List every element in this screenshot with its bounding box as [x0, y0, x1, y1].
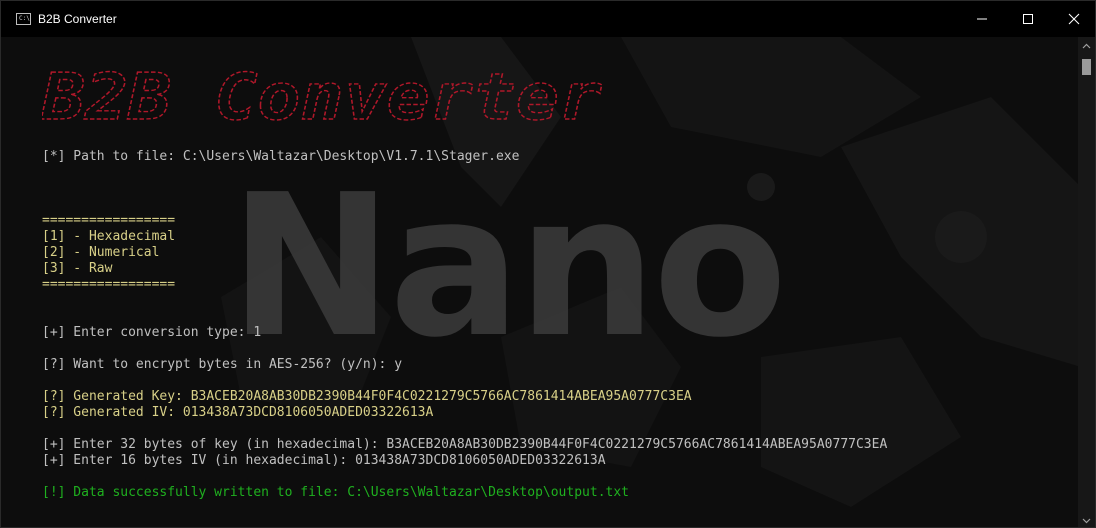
menu-option-numerical: [2] - Numerical: [42, 245, 160, 260]
menu-separator-top: =================: [42, 213, 176, 228]
path-line: [*] Path to file: C:\Users\Waltazar\Desk…: [42, 149, 520, 164]
close-icon: [1068, 13, 1080, 25]
encrypt-prompt: [?] Want to encrypt bytes in AES-256? (y…: [42, 357, 403, 372]
enter-iv-line: [+] Enter 16 bytes IV (in hexadecimal): …: [42, 453, 606, 468]
minimize-icon: [977, 18, 987, 20]
scroll-up-button[interactable]: [1078, 37, 1095, 54]
chevron-down-icon: [1082, 518, 1091, 523]
console-app-icon[interactable]: C:\: [16, 13, 31, 25]
title-bar[interactable]: C:\ B2B Converter: [1, 1, 1095, 37]
window-title: B2B Converter: [38, 12, 117, 26]
scroll-thumb[interactable]: [1082, 59, 1091, 75]
window-controls: [959, 1, 1095, 37]
generated-iv-line: [?] Generated IV: 013438A73DCD8106050ADE…: [42, 405, 434, 420]
maximize-icon: [1023, 14, 1033, 24]
scroll-down-button[interactable]: [1078, 512, 1095, 527]
menu-option-hexadecimal: [1] - Hexadecimal: [42, 229, 176, 244]
menu-separator-bottom: =================: [42, 277, 176, 292]
menu-option-raw: [3] - Raw: [42, 261, 113, 276]
vertical-scrollbar[interactable]: [1078, 37, 1095, 527]
enter-key-line: [+] Enter 32 bytes of key (in hexadecima…: [42, 437, 888, 452]
minimize-button[interactable]: [959, 1, 1005, 37]
conversion-type-prompt: [+] Enter conversion type: 1: [42, 325, 262, 340]
success-message: [!] Data successfully written to file: C…: [42, 485, 629, 500]
close-button[interactable]: [1051, 1, 1095, 37]
chevron-up-icon: [1082, 43, 1091, 48]
console-window: C:\ B2B Converter Nano B2B Converter [*]…: [0, 0, 1096, 528]
maximize-button[interactable]: [1005, 1, 1051, 37]
console-output[interactable]: B2B Converter [*] Path to file: C:\Users…: [42, 37, 1071, 527]
generated-key-line: [?] Generated Key: B3ACEB20A8AB30DB2390B…: [42, 389, 692, 404]
